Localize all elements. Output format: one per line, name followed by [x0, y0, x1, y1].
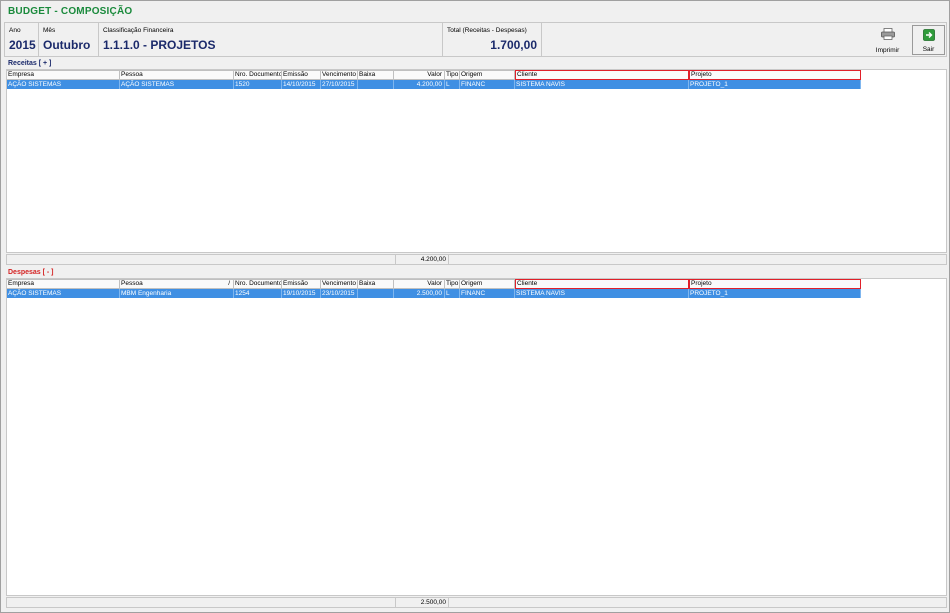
col-tipo[interactable]: Tipo	[445, 279, 460, 289]
col-empresa[interactable]: Empresa	[7, 70, 120, 80]
col-origem[interactable]: Origem	[460, 70, 515, 80]
exit-arrow-icon	[922, 29, 935, 41]
cell-valor: 2.500,00	[394, 289, 445, 298]
despesas-total-value: 2.500,00	[395, 598, 449, 607]
cell-origem: FINANC	[460, 80, 515, 89]
classificacao-value: 1.1.1.0 - PROJETOS	[103, 38, 216, 52]
budget-composition-window: BUDGET - COMPOSIÇÃO Ano 2015 Mês Outubro…	[0, 0, 950, 613]
receitas-table-row[interactable]: AÇÃO SISTEMAS AÇÃO SISTEMAS 1520 14/10/2…	[7, 80, 861, 89]
col-pessoa[interactable]: Pessoa /	[120, 279, 234, 289]
classificacao-cell: Classificação Financeira 1.1.1.0 - PROJE…	[99, 23, 443, 56]
cell-tipo: L	[445, 289, 460, 298]
cell-empresa: AÇÃO SISTEMAS	[7, 289, 120, 298]
printer-icon	[880, 28, 895, 40]
ano-value: 2015	[9, 38, 36, 52]
despesas-table-row[interactable]: AÇÃO SISTEMAS MBM Engenharia 1254 19/10/…	[7, 289, 861, 298]
mes-value: Outubro	[43, 38, 91, 52]
col-nro-documento[interactable]: Nro. Documento	[234, 70, 282, 80]
col-nro-documento[interactable]: Nro. Documento	[234, 279, 282, 289]
window-title: BUDGET - COMPOSIÇÃO	[8, 6, 133, 17]
cell-valor: 4.200,00	[394, 80, 445, 89]
total-cell: Total (Receitas - Despesas) 1.700,00	[443, 23, 542, 56]
col-projeto[interactable]: Projeto	[689, 279, 861, 289]
despesas-title: Despesas [ - ]	[8, 269, 54, 276]
cell-vencimento: 23/10/2015	[321, 289, 358, 298]
total-value: 1.700,00	[490, 38, 537, 52]
print-button[interactable]: Imprimir	[871, 25, 904, 55]
col-cliente[interactable]: Cliente	[515, 279, 689, 289]
col-pessoa[interactable]: Pessoa	[120, 70, 234, 80]
total-label: Total (Receitas - Despesas)	[447, 27, 527, 34]
col-valor[interactable]: Valor	[394, 70, 445, 80]
despesas-grid[interactable]: Empresa Pessoa / Nro. Documento Emissão …	[6, 278, 947, 596]
cell-nro-documento: 1254	[234, 289, 282, 298]
cell-pessoa: AÇÃO SISTEMAS	[120, 80, 234, 89]
col-valor[interactable]: Valor	[394, 279, 445, 289]
print-label: Imprimir	[875, 47, 900, 54]
col-tipo[interactable]: Tipo	[445, 70, 460, 80]
col-pessoa-label: Pessoa	[121, 280, 143, 287]
col-baixa[interactable]: Baixa	[358, 279, 394, 289]
col-cliente[interactable]: Cliente	[515, 70, 689, 80]
exit-button[interactable]: Sair	[912, 25, 945, 55]
mes-label: Mês	[43, 27, 56, 34]
classificacao-label: Classificação Financeira	[103, 27, 174, 34]
header-panel: Ano 2015 Mês Outubro Classificação Finan…	[4, 22, 947, 57]
cell-projeto: PROJETO_1	[689, 289, 861, 298]
ano-label: Ano	[9, 27, 21, 34]
cell-pessoa: MBM Engenharia	[120, 289, 234, 298]
cell-emissao: 19/10/2015	[282, 289, 321, 298]
cell-cliente: SISTEMA NAVIS	[515, 80, 689, 89]
exit-label: Sair	[922, 46, 935, 53]
cell-tipo: L	[445, 80, 460, 89]
cell-cliente: SISTEMA NAVIS	[515, 289, 689, 298]
col-vencimento[interactable]: Vencimento	[321, 279, 358, 289]
ano-cell: Ano 2015	[5, 23, 39, 56]
cell-nro-documento: 1520	[234, 80, 282, 89]
col-origem[interactable]: Origem	[460, 279, 515, 289]
cell-baixa	[358, 80, 394, 89]
col-emissao[interactable]: Emissão	[282, 70, 321, 80]
cell-projeto: PROJETO_1	[689, 80, 861, 89]
cell-emissao: 14/10/2015	[282, 80, 321, 89]
col-empresa[interactable]: Empresa	[7, 279, 120, 289]
cell-empresa: AÇÃO SISTEMAS	[7, 80, 120, 89]
receitas-grid[interactable]: Empresa Pessoa Nro. Documento Emissão Ve…	[6, 69, 947, 253]
despesas-total-bar: 2.500,00	[6, 597, 947, 608]
receitas-title: Receitas [ + ]	[8, 60, 52, 67]
col-emissao[interactable]: Emissão	[282, 279, 321, 289]
receitas-total-bar: 4.200,00	[6, 254, 947, 265]
col-vencimento[interactable]: Vencimento	[321, 70, 358, 80]
col-baixa[interactable]: Baixa	[358, 70, 394, 80]
sort-indicator: /	[228, 280, 230, 287]
receitas-total-value: 4.200,00	[395, 255, 449, 264]
col-projeto[interactable]: Projeto	[689, 70, 861, 80]
cell-vencimento: 27/10/2015	[321, 80, 358, 89]
cell-origem: FINANC	[460, 289, 515, 298]
cell-baixa	[358, 289, 394, 298]
mes-cell: Mês Outubro	[39, 23, 99, 56]
